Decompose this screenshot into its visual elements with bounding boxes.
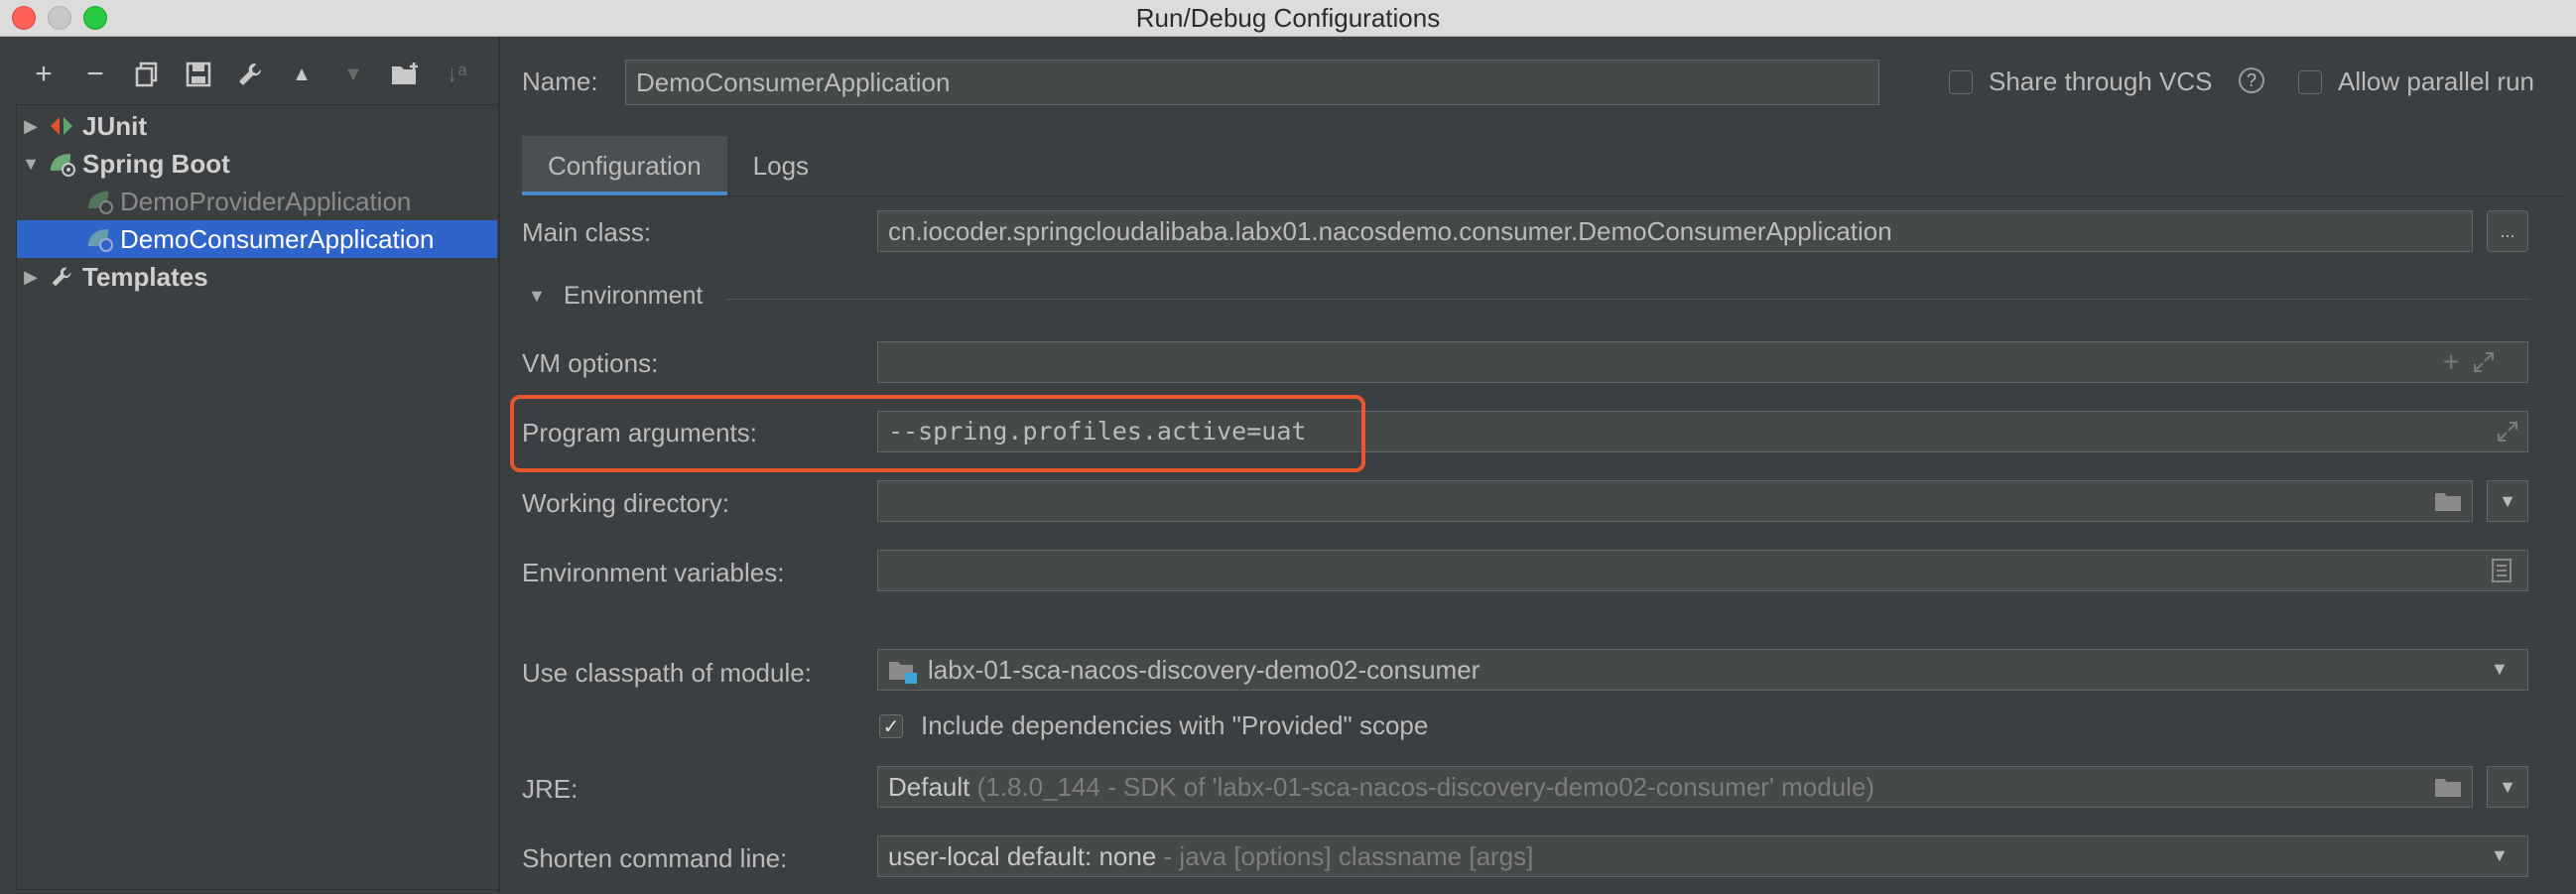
tree-item-spring-boot[interactable]: ▼ Spring Boot: [17, 145, 497, 183]
remove-configuration-button[interactable]: −: [69, 53, 121, 96]
shorten-value: user-local default: none: [888, 841, 1157, 871]
environment-collapse-icon[interactable]: ▼: [528, 286, 546, 307]
tree-item-label: JUnit: [82, 111, 147, 141]
vm-options-label: VM options:: [522, 348, 659, 378]
tree-item-label: DemoConsumerApplication: [120, 224, 435, 254]
expand-arrow-icon[interactable]: ▶: [17, 258, 45, 296]
sidebar-toolbar: + − ▲ ▼ ↓ᵃ: [18, 53, 482, 96]
window-title: Run/Debug Configurations: [1135, 3, 1441, 33]
shorten-hint: - java [options] classname [args]: [1163, 841, 1534, 871]
classpath-label: Use classpath of module:: [522, 658, 812, 688]
highlight-annotation: [510, 395, 1365, 472]
folder-add-icon: [392, 63, 418, 84]
sort-configurations-button[interactable]: ↓ᵃ: [431, 53, 482, 96]
classpath-select[interactable]: labx-01-sca-nacos-discovery-demo02-consu…: [877, 649, 2528, 691]
save-configuration-button[interactable]: [173, 53, 224, 96]
vm-options-actions: +: [2443, 341, 2495, 383]
move-into-folder-button[interactable]: [379, 53, 431, 96]
edit-templates-button[interactable]: [224, 53, 276, 96]
junit-icon: [45, 111, 78, 141]
main-class-label: Main class:: [522, 217, 652, 247]
tree-item-templates[interactable]: ▶ Templates: [17, 258, 497, 296]
wrench-icon: [45, 262, 78, 292]
spring-boot-app-icon: [82, 187, 116, 216]
chevron-down-icon[interactable]: ▼: [2491, 659, 2509, 680]
jre-label: JRE:: [522, 774, 579, 804]
sort-icon: ↓ᵃ: [446, 61, 467, 87]
section-divider: [726, 299, 2530, 300]
copy-configuration-button[interactable]: [121, 53, 173, 96]
folder-icon[interactable]: [2433, 490, 2463, 514]
shorten-command-line-select[interactable]: user-local default: none - java [options…: [877, 835, 2528, 877]
environment-variables-label: Environment variables:: [522, 558, 785, 587]
working-directory-dropdown[interactable]: ▼: [2487, 480, 2528, 522]
spring-boot-icon: [45, 149, 78, 179]
chevron-down-icon[interactable]: ▼: [2491, 845, 2509, 866]
save-icon: [186, 62, 211, 87]
tab-configuration[interactable]: Configuration: [522, 136, 727, 195]
wrench-icon: [239, 63, 262, 85]
working-directory-label: Working directory:: [522, 488, 730, 518]
share-vcs-label: Share through VCS: [1989, 66, 2213, 96]
title-bar: Run/Debug Configurations: [0, 0, 2576, 37]
tree-item-demo-provider[interactable]: DemoProviderApplication: [17, 183, 497, 220]
include-dependencies-label: Include dependencies with "Provided" sco…: [921, 710, 1429, 740]
configurations-sidebar: + − ▲ ▼ ↓ᵃ ▶ JUnit ▼ Spring Boot DemoPro…: [0, 37, 500, 893]
minus-icon: −: [86, 58, 104, 90]
allow-parallel-label: Allow parallel run: [2338, 66, 2534, 96]
document-icon[interactable]: [2491, 558, 2512, 583]
editor-tabs: Configuration Logs: [522, 136, 835, 195]
plus-icon: +: [35, 58, 53, 90]
configuration-editor: Name: DemoConsumerApplication Share thro…: [500, 37, 2576, 894]
tree-item-junit[interactable]: ▶ JUnit: [17, 107, 497, 145]
move-down-button[interactable]: ▼: [327, 53, 379, 96]
jre-dropdown[interactable]: ▼: [2487, 766, 2528, 808]
allow-parallel-checkbox[interactable]: [2298, 70, 2322, 94]
expand-icon[interactable]: [2497, 421, 2518, 443]
move-up-button[interactable]: ▲: [276, 53, 327, 96]
tree-item-label: DemoProviderApplication: [120, 187, 412, 216]
classpath-value: labx-01-sca-nacos-discovery-demo02-consu…: [928, 655, 1481, 685]
working-directory-input[interactable]: [877, 480, 2473, 522]
tab-logs[interactable]: Logs: [727, 136, 835, 195]
help-icon[interactable]: ?: [2239, 67, 2264, 93]
expand-arrow-icon[interactable]: ▶: [17, 107, 45, 145]
jre-value: Default: [888, 772, 970, 802]
include-dependencies-checkbox[interactable]: ✓: [879, 714, 903, 738]
plus-icon[interactable]: +: [2443, 346, 2459, 378]
folder-icon[interactable]: [2433, 776, 2463, 800]
module-folder-icon: [889, 662, 917, 684]
tree-item-label: Spring Boot: [82, 149, 230, 179]
environment-variables-input[interactable]: [877, 550, 2528, 591]
configurations-tree: ▶ JUnit ▼ Spring Boot DemoProviderApplic…: [16, 104, 500, 890]
vm-options-input[interactable]: [877, 341, 2528, 383]
expand-icon[interactable]: [2473, 351, 2495, 373]
arrow-up-icon: ▲: [292, 63, 312, 85]
configuration-panel: Main class: cn.iocoder.springcloudalibab…: [510, 195, 2566, 894]
tree-item-label: Templates: [82, 262, 208, 292]
environment-section-label[interactable]: Environment: [564, 282, 703, 311]
share-vcs-checkbox[interactable]: [1949, 70, 1973, 94]
browse-main-class-button[interactable]: ...: [2487, 210, 2528, 252]
main-class-input[interactable]: cn.iocoder.springcloudalibaba.labx01.nac…: [877, 210, 2473, 252]
name-label: Name:: [522, 66, 598, 96]
spring-boot-app-icon: [82, 224, 116, 254]
jre-hint: (1.8.0_144 - SDK of 'labx-01-sca-nacos-d…: [976, 772, 1875, 802]
jre-input[interactable]: Default (1.8.0_144 - SDK of 'labx-01-sca…: [877, 766, 2473, 808]
arrow-down-icon: ▼: [343, 63, 363, 85]
name-input[interactable]: DemoConsumerApplication: [625, 60, 1879, 105]
copy-icon: [135, 62, 158, 87]
collapse-arrow-icon[interactable]: ▼: [17, 145, 45, 183]
tree-item-demo-consumer[interactable]: DemoConsumerApplication: [17, 220, 497, 258]
shorten-command-line-label: Shorten command line:: [522, 843, 788, 873]
add-configuration-button[interactable]: +: [18, 53, 69, 96]
